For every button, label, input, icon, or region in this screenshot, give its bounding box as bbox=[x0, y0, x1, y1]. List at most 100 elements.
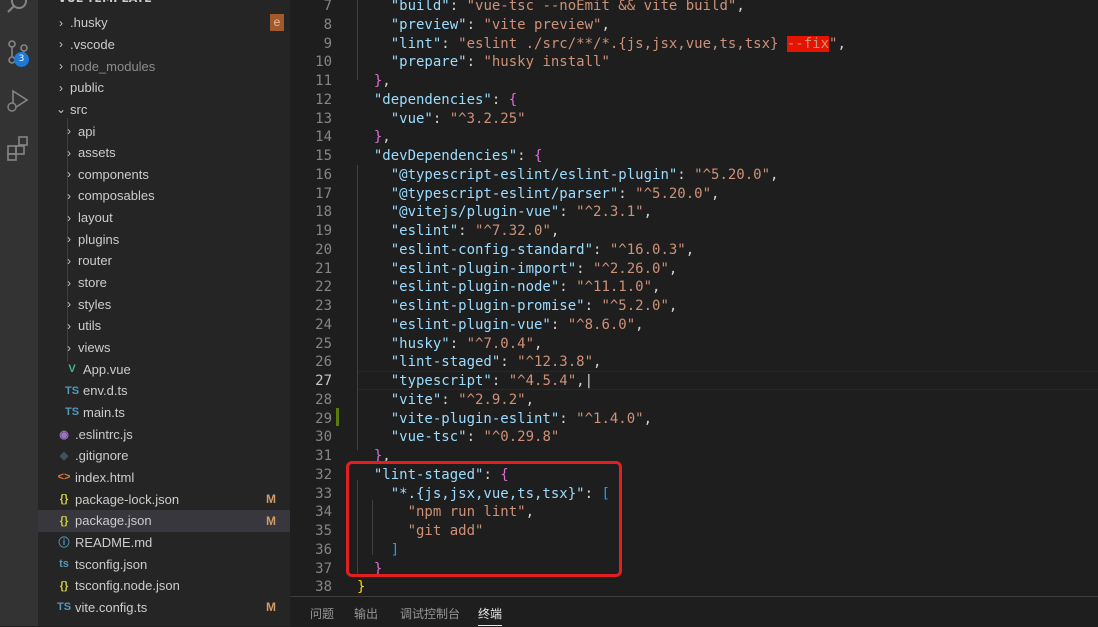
code-text: "eslint-plugin-node": "^11.1.0", bbox=[390, 279, 661, 296]
code-line: 27 "typescript": "^4.5.4",| bbox=[290, 372, 1098, 391]
chevron-right-icon: › bbox=[67, 232, 71, 247]
tree-item-label: package.json bbox=[75, 513, 152, 529]
chevron-down-icon[interactable]: ⌄ bbox=[44, 0, 52, 3]
code-line: 25 "husky": "^7.0.4", bbox=[290, 335, 1098, 354]
folder-item[interactable]: › assets bbox=[38, 142, 290, 164]
git-status-badge: e bbox=[270, 14, 284, 32]
line-number: 19 bbox=[315, 223, 332, 239]
chevron-right-icon: › bbox=[59, 37, 63, 52]
tree-item-label: api bbox=[78, 123, 96, 139]
tree-item-label: index.html bbox=[75, 469, 135, 485]
run-debug-icon[interactable] bbox=[4, 86, 32, 114]
chevron-right-icon: › bbox=[67, 210, 71, 225]
file-item[interactable]: {} package-lock.json M bbox=[38, 488, 290, 510]
line-number: 26 bbox=[315, 354, 332, 371]
code-line: 23 "eslint-plugin-promise": "^5.2.0", bbox=[290, 297, 1098, 316]
code-line: 13 "vue": "^3.2.25" bbox=[290, 110, 1098, 129]
panel-tab[interactable]: 输出 bbox=[354, 605, 378, 622]
chevron-right-icon: › bbox=[67, 145, 71, 160]
source-control-badge: 3 bbox=[14, 52, 29, 67]
folder-item[interactable]: › public bbox=[38, 77, 290, 99]
code-line: 15 "devDependencies": { bbox=[290, 147, 1098, 166]
folder-item[interactable]: › components bbox=[38, 164, 290, 186]
chevron-right-icon: › bbox=[67, 124, 71, 139]
folder-item[interactable]: › views bbox=[38, 337, 290, 359]
line-number: 12 bbox=[315, 91, 332, 108]
info-file-icon: ⓘ bbox=[58, 537, 70, 550]
chevron-right-icon: › bbox=[59, 15, 63, 30]
line-number: 31 bbox=[315, 448, 332, 464]
line-number: 36 bbox=[315, 541, 332, 558]
tree-item-label: assets bbox=[78, 145, 116, 161]
tree-item-label: .eslintrc.js bbox=[75, 426, 133, 442]
line-number: 34 bbox=[315, 504, 332, 521]
extensions-icon[interactable] bbox=[4, 134, 32, 162]
code-text: "vite": "^2.9.2", bbox=[390, 391, 535, 408]
folder-item[interactable]: › layout bbox=[38, 207, 290, 229]
folder-item[interactable]: › node_modules bbox=[38, 55, 290, 77]
activity-bar: 3 bbox=[0, 0, 38, 626]
line-number: 11 bbox=[315, 73, 332, 89]
chevron-right-icon: › bbox=[67, 188, 71, 203]
folder-item[interactable]: › .vscode bbox=[38, 34, 290, 56]
folder-item[interactable]: › api bbox=[38, 120, 290, 142]
tree-item-label: views bbox=[78, 340, 111, 356]
line-number: 10 bbox=[315, 54, 332, 71]
line-number: 16 bbox=[315, 166, 332, 183]
code-text: "eslint-plugin-import": "^2.26.0", bbox=[390, 260, 678, 277]
folder-item[interactable]: › composables bbox=[38, 185, 290, 207]
line-number: 33 bbox=[315, 485, 332, 502]
folder-item[interactable]: › styles bbox=[38, 293, 290, 315]
code-text: "eslint": "^7.32.0", bbox=[390, 223, 560, 239]
tree-item-label: public bbox=[70, 80, 104, 96]
panel-tab[interactable]: 调试控制台 bbox=[400, 605, 460, 622]
search-icon[interactable] bbox=[4, 0, 32, 18]
typescript-file-icon: TS bbox=[56, 601, 72, 614]
file-item[interactable]: TS main.ts bbox=[38, 402, 290, 424]
tree-item-label: composables bbox=[78, 188, 155, 204]
line-number: 29 bbox=[315, 410, 332, 427]
line-number: 35 bbox=[315, 523, 332, 539]
file-item[interactable]: {} package.json M bbox=[38, 509, 290, 532]
tsconfig-file-icon: ts bbox=[59, 558, 69, 571]
tree-item-label: package-lock.json bbox=[75, 491, 180, 507]
tree-item-label: App.vue bbox=[83, 361, 131, 377]
chevron-right-icon: › bbox=[59, 59, 63, 74]
code-text: "prepare": "husky install" bbox=[390, 54, 610, 71]
folder-item[interactable]: › plugins bbox=[38, 229, 290, 251]
code-line: 9 "lint": "eslint ./src/**/*.{js,jsx,vue… bbox=[290, 35, 1098, 54]
tree-item-label: README.md bbox=[75, 534, 153, 550]
tree-item-label: .gitignore bbox=[75, 448, 129, 464]
folder-item[interactable]: › router bbox=[38, 250, 290, 272]
code-line: 16 "@typescript-eslint/eslint-plugin": "… bbox=[290, 166, 1098, 185]
file-item[interactable]: ◉ .eslintrc.js bbox=[38, 423, 290, 445]
code-line: 10 "prepare": "husky install" bbox=[290, 53, 1098, 72]
file-item[interactable]: <> index.html bbox=[38, 467, 290, 489]
code-text: "lint-staged": "^12.3.8", bbox=[390, 354, 602, 371]
code-line: 11 }, bbox=[290, 72, 1098, 91]
file-item[interactable]: TS vite.config.ts M bbox=[38, 597, 290, 619]
file-item[interactable]: TS env.d.ts bbox=[38, 380, 290, 402]
file-item[interactable]: ⓘ README.md bbox=[38, 532, 290, 554]
file-item[interactable]: {} tsconfig.node.json bbox=[38, 575, 290, 597]
folder-item[interactable]: › store bbox=[38, 272, 290, 294]
file-item[interactable]: ts tsconfig.json bbox=[38, 553, 290, 575]
folder-item[interactable]: ⌄ src bbox=[38, 99, 290, 121]
code-text: "@vitejs/plugin-vue": "^2.3.1", bbox=[390, 204, 653, 221]
file-item[interactable]: ◆ .gitignore bbox=[38, 445, 290, 467]
code-text: "husky": "^7.0.4", bbox=[390, 335, 543, 352]
code-line: 19 "eslint": "^7.32.0", bbox=[290, 222, 1098, 241]
explorer-title[interactable]: VUE-TEMPLATE bbox=[58, 0, 152, 10]
folder-item[interactable]: › .husky e bbox=[38, 12, 290, 34]
folder-item[interactable]: › utils bbox=[38, 315, 290, 337]
code-text: "lint": "eslint ./src/**/*.{js,jsx,vue,t… bbox=[390, 35, 846, 52]
panel-tab[interactable]: 问题 bbox=[310, 605, 334, 622]
chevron-right-icon: › bbox=[67, 318, 71, 333]
tree-item-label: vite.config.ts bbox=[75, 599, 148, 615]
file-item[interactable]: V App.vue bbox=[38, 358, 290, 380]
git-status-badge: M bbox=[266, 600, 276, 615]
panel-tab[interactable]: 终端 bbox=[478, 605, 503, 626]
line-number: 32 bbox=[315, 466, 332, 483]
line-number: 8 bbox=[323, 16, 332, 33]
chevron-right-icon: › bbox=[67, 297, 71, 312]
